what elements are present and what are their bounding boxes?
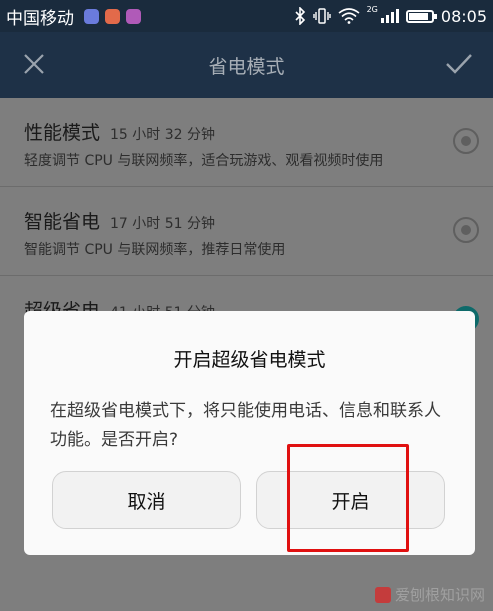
wifi-icon	[338, 8, 360, 24]
carrier-name: 中国移动	[6, 8, 74, 29]
cancel-button[interactable]: 取消	[52, 471, 241, 529]
mode-name: 性能模式	[24, 122, 101, 144]
close-icon[interactable]	[22, 52, 46, 76]
mode-radio[interactable]	[453, 217, 479, 243]
mode-time: 15 小时 32 分钟	[110, 127, 215, 143]
mode-description: 轻度调节 CPU 与联网频率，适合玩游戏、观看视频时使用	[24, 153, 384, 169]
page-title: 省电模式	[208, 55, 285, 78]
check-icon[interactable]	[445, 52, 473, 76]
bluetooth-icon	[295, 7, 305, 25]
watermark-text: 爱刨根知识网	[394, 586, 485, 604]
gallery-app-icon	[126, 8, 141, 24]
status-bar: 中国移动 2G 08:05	[0, 0, 493, 32]
highlight-annotation	[287, 444, 409, 552]
mode-time: 17 小时 51 分钟	[110, 216, 215, 232]
signal-icon	[380, 9, 399, 23]
mode-name: 智能省电	[24, 211, 101, 233]
app-bar: 省电模式	[0, 32, 493, 98]
watermark-logo	[374, 586, 391, 603]
shield-app-icon	[84, 8, 99, 24]
mode-description: 智能调节 CPU 与联网频率，推荐日常使用	[24, 242, 286, 258]
heart-app-icon	[105, 8, 120, 24]
network-type-label: 2G	[366, 4, 378, 14]
watermark: 爱刨根知识网	[374, 584, 485, 605]
mode-item-smart[interactable]: 智能省电 17 小时 51 分钟 智能调节 CPU 与联网频率，推荐日常使用	[0, 187, 493, 276]
vibrate-icon	[312, 8, 331, 24]
battery-icon	[405, 9, 437, 23]
mode-item-performance[interactable]: 性能模式 15 小时 32 分钟 轻度调节 CPU 与联网频率，适合玩游戏、观看视…	[0, 98, 493, 187]
mode-radio[interactable]	[453, 128, 479, 154]
dialog-title: 开启超级省电模式	[173, 349, 326, 371]
clock: 08:05	[440, 6, 487, 26]
